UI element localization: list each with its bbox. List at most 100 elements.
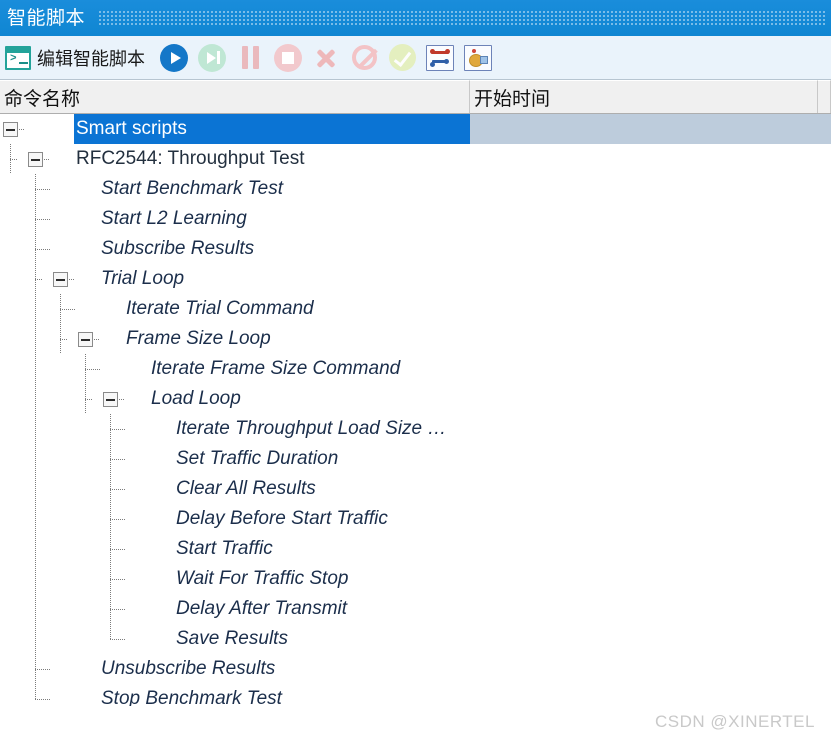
tree-row[interactable]: Frame Size Loop	[0, 324, 831, 354]
tree-row-label: Wait For Traffic Stop	[176, 568, 349, 589]
tree-row[interactable]: Load Loop	[0, 384, 831, 414]
tree-connector-line	[94, 339, 99, 340]
tree-row[interactable]: Start L2 Learning	[0, 204, 831, 234]
tree-row-label: RFC2544: Throughput Test	[76, 148, 305, 169]
tree-row[interactable]: Subscribe Results	[0, 234, 831, 264]
tree-row[interactable]: Save Results	[0, 624, 831, 654]
tree-connector-line	[35, 684, 36, 700]
tree-expander-collapse-icon[interactable]	[78, 332, 93, 347]
tree-row-label: Save Results	[176, 628, 288, 649]
tree-row[interactable]: Delay After Transmit	[0, 594, 831, 624]
results-button[interactable]	[461, 41, 495, 75]
tree-connector-line	[35, 699, 50, 700]
tree-connector-line	[110, 624, 111, 640]
edit-smart-script-label: 编辑智能脚本	[37, 48, 145, 69]
tree-row[interactable]: Iterate Frame Size Command	[0, 354, 831, 384]
stop-button[interactable]	[271, 41, 305, 75]
tree-connector-line	[60, 339, 68, 340]
step-run-button[interactable]	[195, 41, 229, 75]
tree-row-label: Frame Size Loop	[126, 328, 271, 349]
tree-connector-line	[110, 519, 125, 520]
tree-row-label: Trial Loop	[101, 268, 185, 289]
tree-column-header: 命令名称 开始时间	[0, 80, 831, 114]
run-button[interactable]	[157, 41, 191, 75]
topology-button[interactable]	[423, 41, 457, 75]
tree-connector-line	[35, 219, 50, 220]
tree-connector-line	[10, 159, 18, 160]
column-header-extra[interactable]	[818, 80, 831, 113]
tree-connector-line	[35, 474, 36, 504]
run-icon	[160, 43, 188, 72]
tree-row-label: Subscribe Results	[101, 238, 255, 259]
tree-connector-line	[35, 294, 36, 324]
tree-row[interactable]: Iterate Throughput Load Size …	[0, 414, 831, 444]
tree-row[interactable]: Unsubscribe Results	[0, 654, 831, 684]
tree-connector-line	[110, 489, 125, 490]
tree-connector-line	[35, 534, 36, 564]
tree-expander-collapse-icon[interactable]	[28, 152, 43, 167]
column-header-start-time[interactable]: 开始时间	[470, 80, 818, 113]
pause-icon	[241, 46, 259, 69]
tree-connector-line	[35, 324, 36, 354]
tree-connector-line	[110, 549, 125, 550]
tree-row[interactable]: Clear All Results	[0, 474, 831, 504]
tree-expander-collapse-icon[interactable]	[3, 122, 18, 137]
tree-row[interactable]: Iterate Trial Command	[0, 294, 831, 324]
tree-row-label: Start Benchmark Test	[101, 178, 283, 199]
tree-row-label: Set Traffic Duration	[176, 448, 339, 469]
tree-connector-line	[85, 399, 93, 400]
tree-row[interactable]: RFC2544: Throughput Test	[0, 144, 831, 174]
tree-expander-collapse-icon[interactable]	[53, 272, 68, 287]
tree-row[interactable]: Smart scripts	[0, 114, 831, 144]
tree-connector-line	[69, 279, 74, 280]
disable-button[interactable]	[347, 41, 381, 75]
tree-row-label: Unsubscribe Results	[101, 658, 276, 679]
tree-connector-line	[110, 459, 125, 460]
tree-row-label: Stop Benchmark Test	[101, 688, 282, 706]
tree-row-label: Iterate Frame Size Command	[151, 358, 401, 379]
results-icon	[464, 44, 492, 71]
tree-row-label: Delay Before Start Traffic	[176, 508, 388, 529]
tree-row[interactable]: Set Traffic Duration	[0, 444, 831, 474]
tree-row[interactable]: Delay Before Start Traffic	[0, 504, 831, 534]
tree-connector-line	[35, 624, 36, 654]
tree-connector-line	[110, 609, 125, 610]
tree-connector-line	[35, 384, 36, 414]
tree-row-label: Delay After Transmit	[176, 598, 348, 619]
tree-connector-line	[35, 414, 36, 444]
topology-icon	[426, 44, 454, 71]
script-tree[interactable]: Smart scripts RFC2544: Throughput Test Sta…	[0, 114, 831, 706]
tree-connector-line	[110, 579, 125, 580]
tree-row-label: Start L2 Learning	[101, 208, 247, 229]
pause-button[interactable]	[233, 41, 267, 75]
tree-expander-collapse-icon[interactable]	[103, 392, 118, 407]
window-title-bar: 智能脚本	[0, 0, 831, 36]
tree-connector-line	[85, 369, 100, 370]
tree-row[interactable]: Start Traffic	[0, 534, 831, 564]
close-button[interactable]	[309, 41, 343, 75]
tree-row-label: Smart scripts	[76, 118, 187, 139]
tree-row[interactable]: Start Benchmark Test	[0, 174, 831, 204]
tree-connector-line	[60, 309, 75, 310]
tree-connector-line	[35, 189, 50, 190]
toolbar: > 编辑智能脚本	[0, 36, 831, 80]
check-icon	[388, 44, 416, 71]
column-header-command-name[interactable]: 命令名称	[0, 80, 470, 113]
validate-button[interactable]	[385, 41, 419, 75]
title-bar-grip	[99, 11, 827, 25]
tree-row[interactable]: Trial Loop	[0, 264, 831, 294]
tree-connector-line	[35, 249, 50, 250]
tree-row[interactable]: Wait For Traffic Stop	[0, 564, 831, 594]
stop-icon	[274, 43, 302, 72]
edit-smart-script-button[interactable]: > 编辑智能脚本	[5, 40, 155, 76]
forbidden-icon	[351, 45, 377, 70]
console-icon: >	[5, 45, 31, 70]
tree-connector-line	[35, 594, 36, 624]
tree-connector-line	[119, 399, 124, 400]
tree-connector-line	[35, 564, 36, 594]
tree-row-label: Iterate Throughput Load Size …	[176, 418, 447, 439]
tree-connector-line	[110, 429, 125, 430]
tree-row[interactable]: Stop Benchmark Test	[0, 684, 831, 706]
tree-connector-line	[35, 504, 36, 534]
tree-connector-line	[35, 279, 43, 280]
